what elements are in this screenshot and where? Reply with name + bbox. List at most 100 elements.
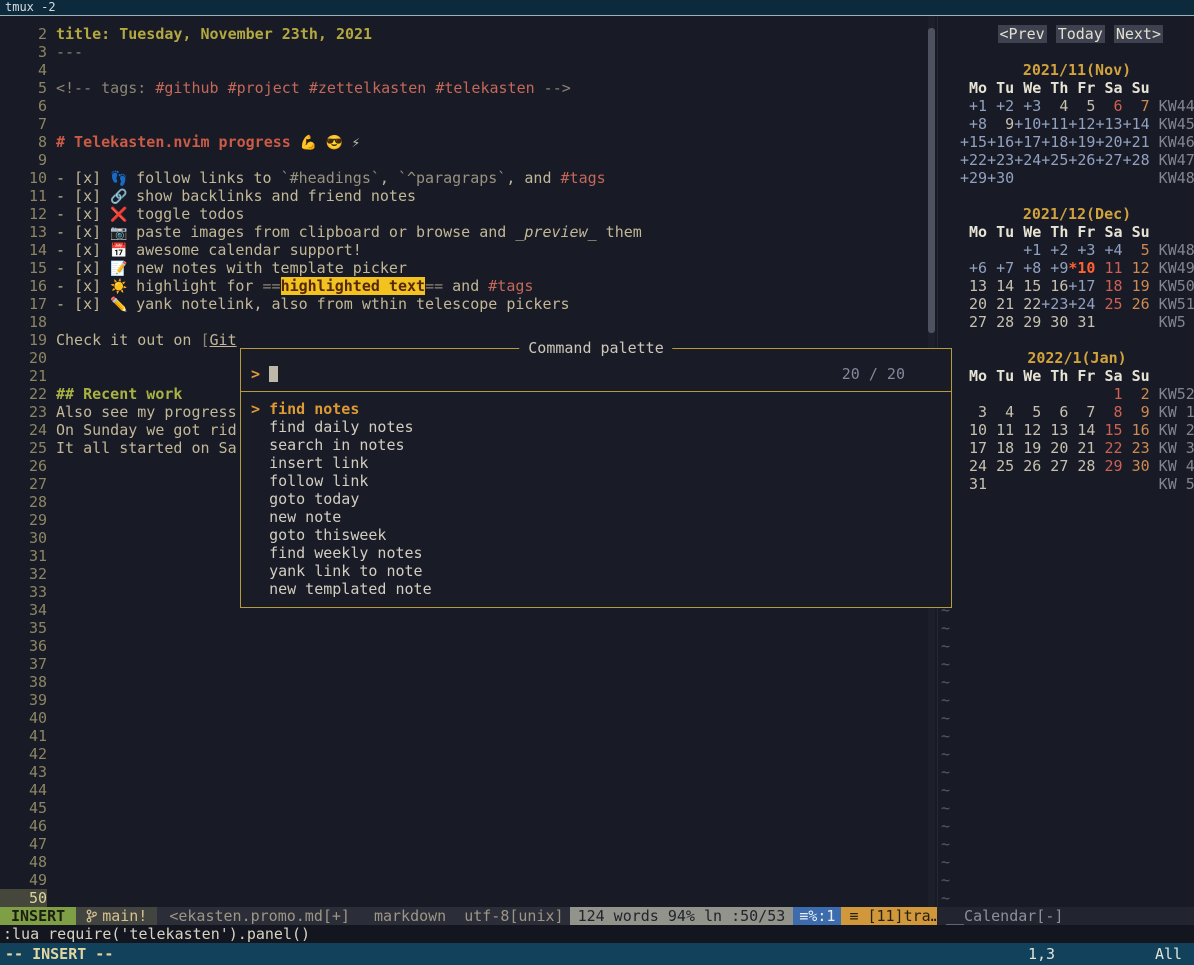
editor-line[interactable]: 8# Telekasten.nvim progress 💪 😎 ⚡ [0,133,928,151]
calendar-day[interactable]: 25 [987,457,1014,475]
calendar-day[interactable]: +20 [1095,133,1122,151]
calendar-day[interactable]: 3 [960,403,987,421]
editor-line[interactable]: 4 [0,61,928,79]
calendar-day[interactable]: 7 [1068,403,1095,421]
editor-line[interactable]: 10- [x] 👣 follow links to `#headings`, `… [0,169,928,187]
calendar-day[interactable]: 25 [1095,295,1122,313]
calendar-day[interactable]: +17 [1068,277,1095,295]
editor-line[interactable]: 48 [0,853,928,871]
editor-line[interactable]: 14- [x] 📅 awesome calendar support! [0,241,928,259]
editor-line[interactable]: 12- [x] ❌ toggle todos [0,205,928,223]
editor-line[interactable]: 38 [0,673,928,691]
editor-line[interactable]: 7 [0,115,928,133]
calendar-day[interactable]: 19 [1014,439,1041,457]
palette-item[interactable]: follow link [241,472,951,490]
editor-line[interactable]: 46 [0,817,928,835]
calendar-day[interactable]: 13 [960,277,987,295]
editor-line[interactable]: 50 [0,889,928,907]
command-line[interactable]: :lua require('telekasten').panel() [0,925,1194,943]
calendar-day[interactable]: 16 [1123,421,1150,439]
calendar-day[interactable]: 22 [1014,295,1041,313]
calendar-day[interactable]: 15 [1095,421,1122,439]
calendar-day[interactable]: +18 [1041,133,1068,151]
calendar-day[interactable]: 7 [1123,97,1150,115]
palette-item[interactable]: find daily notes [241,418,951,436]
calendar-day[interactable]: 9 [1123,403,1150,421]
calendar-day[interactable]: +21 [1123,133,1150,151]
calendar-day[interactable]: 24 [960,457,987,475]
calendar-day[interactable]: 13 [1041,421,1068,439]
calendar-day[interactable]: +1 [1014,241,1041,259]
calendar-prev-button[interactable]: <Prev [998,25,1047,43]
calendar-day[interactable]: 23 [1123,439,1150,457]
editor-line[interactable]: 3--- [0,43,928,61]
calendar-day[interactable]: 11 [1095,259,1122,277]
editor-line[interactable]: 9 [0,151,928,169]
calendar-day[interactable]: 2 [1123,385,1150,403]
palette-item[interactable]: find weekly notes [241,544,951,562]
calendar-day[interactable]: +27 [1095,151,1122,169]
calendar-day[interactable]: +8 [960,115,987,133]
calendar-day[interactable]: +25 [1041,151,1068,169]
calendar-day[interactable]: 6 [1041,403,1068,421]
editor-line[interactable]: 36 [0,637,928,655]
calendar-day[interactable]: +6 [960,259,987,277]
palette-prompt-row[interactable]: > 20 / 20 [241,365,951,383]
calendar-day[interactable]: 14 [1068,421,1095,439]
calendar-day[interactable]: 27 [960,313,987,331]
calendar-day[interactable]: +24 [1014,151,1041,169]
calendar-day[interactable]: 26 [1014,457,1041,475]
calendar-day[interactable]: 18 [987,439,1014,457]
editor-line[interactable]: 13- [x] 📷 paste images from clipboard or… [0,223,928,241]
calendar-day[interactable]: +8 [1014,259,1041,277]
calendar-day[interactable]: +19 [1068,133,1095,151]
editor-line[interactable]: 16- [x] ☀️ highlight for ==highlighted t… [0,277,928,295]
calendar-day[interactable]: 6 [1095,97,1122,115]
calendar-day[interactable]: +2 [1041,241,1068,259]
calendar-day[interactable]: 28 [987,313,1014,331]
calendar-day[interactable]: +14 [1123,115,1150,133]
calendar-day[interactable]: +10 [1014,115,1041,133]
calendar-day[interactable]: +16 [987,133,1014,151]
calendar-day[interactable]: +17 [1014,133,1041,151]
calendar-today-button[interactable]: Today [1056,25,1105,43]
calendar-day[interactable]: +3 [1014,97,1041,115]
calendar-day[interactable]: 29 [1095,457,1122,475]
editor-line[interactable]: 19Check it out on [Git [0,331,928,349]
palette-item[interactable]: yank link to note [241,562,951,580]
calendar-day[interactable]: 20 [1041,439,1068,457]
calendar-day[interactable]: +3 [1068,241,1095,259]
editor-line[interactable]: 18 [0,313,928,331]
calendar-day[interactable]: 19 [1123,277,1150,295]
calendar-day[interactable]: 30 [1123,457,1150,475]
editor-line[interactable]: 5<!-- tags: #github #project #zettelkast… [0,79,928,97]
calendar-day[interactable]: 15 [1014,277,1041,295]
calendar-day[interactable]: +11 [1041,115,1068,133]
calendar-day[interactable]: +23 [987,151,1014,169]
editor-line[interactable]: 49 [0,871,928,889]
calendar-day[interactable]: 4 [987,403,1014,421]
editor-line[interactable]: 45 [0,799,928,817]
calendar-day[interactable]: *10 [1068,259,1095,277]
editor-line[interactable]: 41 [0,727,928,745]
editor-line[interactable]: 37 [0,655,928,673]
editor-line[interactable]: 39 [0,691,928,709]
palette-item[interactable]: goto thisweek [241,526,951,544]
calendar-day[interactable]: +23 [1041,295,1068,313]
calendar-day[interactable]: 17 [960,439,987,457]
calendar-day[interactable]: 22 [1095,439,1122,457]
palette-item[interactable]: new templated note [241,580,951,598]
calendar-day[interactable]: +7 [987,259,1014,277]
calendar-day[interactable]: 31 [1068,313,1095,331]
calendar-day[interactable]: 26 [1123,295,1150,313]
calendar-day[interactable]: 21 [1068,439,1095,457]
calendar-day[interactable]: 5 [1123,241,1150,259]
palette-item[interactable]: insert link [241,454,951,472]
palette-item[interactable]: search in notes [241,436,951,454]
calendar-day[interactable]: +28 [1123,151,1150,169]
calendar-day[interactable]: 29 [1014,313,1041,331]
editor-line[interactable]: 40 [0,709,928,727]
palette-item[interactable]: new note [241,508,951,526]
calendar-day[interactable]: +22 [960,151,987,169]
editor-line[interactable]: 6 [0,97,928,115]
